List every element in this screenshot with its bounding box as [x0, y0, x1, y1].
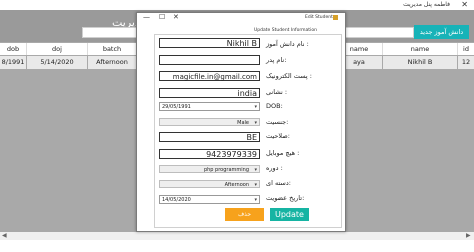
father-name-label: نام پدر:	[266, 56, 287, 64]
doj-value: 14/05/2020	[162, 197, 191, 203]
column-header-name-2[interactable]: name	[383, 43, 458, 55]
student-name-input[interactable]: Nikhil B	[159, 38, 260, 48]
doj-datepicker[interactable]: 14/05/2020 ▾	[159, 195, 260, 204]
course-value: php programming	[203, 167, 249, 173]
scroll-right-icon[interactable]: ▶	[466, 232, 471, 239]
app-icon	[333, 15, 338, 20]
chevron-down-icon[interactable]: ▾	[254, 166, 257, 174]
calendar-dropdown-icon[interactable]: ▾	[254, 103, 257, 112]
email-input[interactable]: magicfile.in@gmail.com	[159, 71, 260, 81]
batch-label: دسته ای:	[266, 179, 291, 187]
dob-datepicker[interactable]: 29/05/1991 ▾	[159, 102, 260, 111]
table-cell-dob[interactable]: 8/1991	[0, 56, 26, 69]
table-cell-batch[interactable]: Afternoon	[88, 56, 136, 69]
close-icon[interactable]: ✕	[173, 13, 179, 21]
update-button[interactable]: Update	[270, 208, 309, 221]
chevron-down-icon[interactable]: ▾	[254, 181, 257, 189]
course-label: دوره :	[266, 164, 283, 172]
maximize-icon[interactable]: ☐	[159, 13, 165, 21]
main-close-icon[interactable]: ✕	[461, 0, 468, 9]
table-cell-doj[interactable]: 5/14/2020	[27, 56, 87, 69]
calendar-dropdown-icon[interactable]: ▾	[254, 196, 257, 205]
horizontal-scrollbar[interactable]	[0, 232, 474, 240]
student-name-label: نام دانش آموز :	[266, 40, 309, 48]
column-header-dob[interactable]: dob	[0, 43, 27, 55]
gender-label: جنسیت:	[266, 118, 289, 126]
table-cell-id[interactable]: 12	[458, 56, 474, 69]
column-header-id[interactable]: id	[458, 43, 474, 55]
mobile-input[interactable]: 9423979339	[159, 149, 260, 159]
qualification-input[interactable]: BE	[159, 132, 260, 142]
batch-value: Afternoon	[224, 182, 249, 188]
scroll-left-icon[interactable]: ◀	[2, 232, 7, 239]
dob-value: 29/05/1991	[162, 104, 191, 110]
email-label: پست الکترونیک :	[266, 72, 312, 80]
doj-label: تاریخ عضویت:	[266, 194, 305, 202]
gender-value: Male	[237, 120, 249, 126]
table-cell-name-2[interactable]: Nikhil B	[383, 56, 457, 69]
status-strip	[0, 240, 474, 252]
dialog-title: Edit Student	[305, 15, 333, 20]
column-header-batch[interactable]: batch	[88, 43, 137, 55]
main-window-title: فاطمه پنل مدیریت	[403, 1, 450, 8]
delete-button[interactable]: حذف	[225, 208, 264, 221]
dob-label: DOB:	[266, 102, 283, 110]
course-select[interactable]: php programming ▾	[159, 165, 260, 173]
address-label: نشانی :	[266, 88, 288, 96]
groupbox-label: Update Student Information	[253, 28, 318, 33]
gender-select[interactable]: Male ▾	[159, 118, 260, 126]
mobile-label: هیچ موبایل :	[266, 149, 300, 157]
add-student-button[interactable]: دانش آموز جدید	[414, 25, 469, 39]
batch-select[interactable]: Afternoon ▾	[159, 180, 260, 188]
column-header-doj[interactable]: doj	[27, 43, 88, 55]
father-name-input[interactable]	[159, 55, 260, 65]
address-input[interactable]: india	[159, 88, 260, 98]
chevron-down-icon[interactable]: ▾	[254, 119, 257, 127]
qualification-label: صلاحیت:	[266, 132, 290, 140]
minimize-icon[interactable]: —	[143, 13, 150, 21]
